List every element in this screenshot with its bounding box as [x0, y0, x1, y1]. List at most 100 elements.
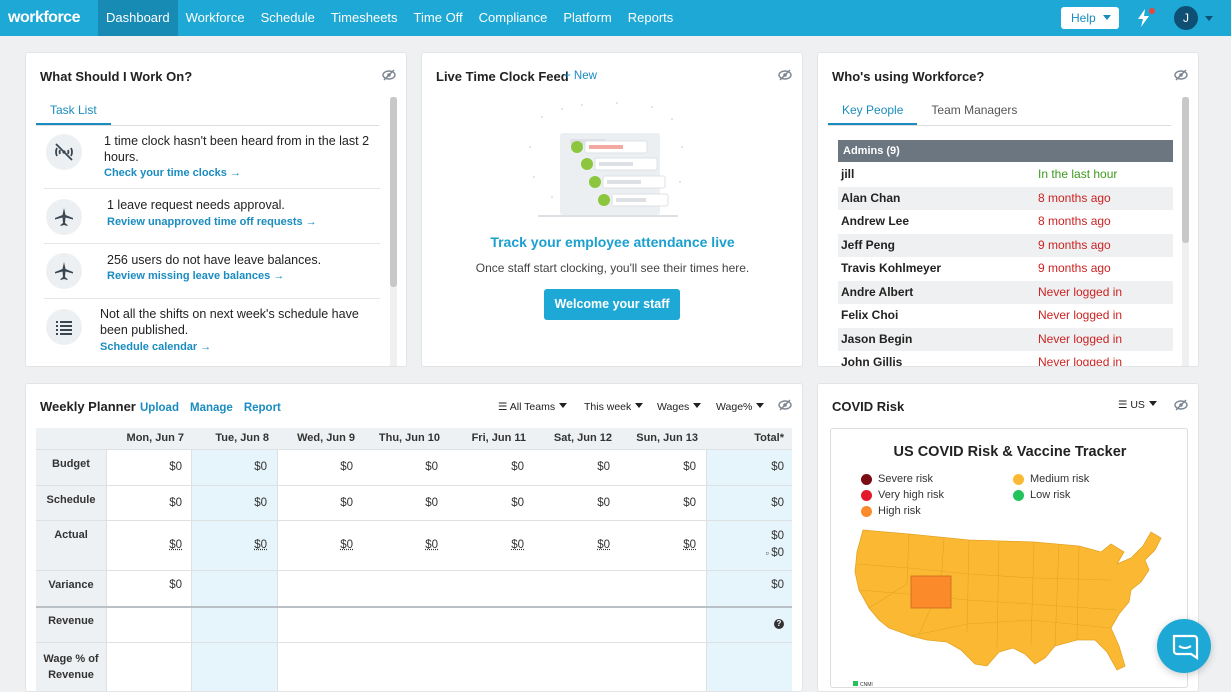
covid-tracker: US COVID Risk & Vaccine Tracker Severe r… [830, 428, 1188, 688]
nav-dashboard[interactable]: Dashboard [98, 0, 178, 36]
nav-schedule[interactable]: Schedule [253, 0, 323, 36]
row-label-wage-pct: Wage % of Revenue [36, 651, 106, 683]
person-name: Andre Albert [841, 284, 914, 299]
chevron-down-icon[interactable] [1205, 16, 1213, 21]
day-header: Wed, Jun 9 [297, 432, 355, 444]
tab-key-people[interactable]: Key People [828, 99, 918, 125]
day-header: Tue, Jun 8 [215, 432, 269, 444]
task-link[interactable]: Check your time clocks → [104, 167, 241, 179]
hide-eye-icon[interactable] [1174, 399, 1188, 411]
budget-value: $0 [597, 461, 610, 473]
covid-card: COVID Risk ☰ US US COVID Risk & Vaccine … [817, 383, 1199, 692]
actual-value[interactable]: $0 [534, 539, 610, 551]
last-login: 9 months ago [1038, 261, 1111, 275]
row-label-schedule: Schedule [36, 494, 106, 506]
nav-time-off[interactable]: Time Off [406, 0, 471, 36]
budget-value: $0 [340, 461, 353, 473]
hide-eye-icon[interactable] [778, 69, 792, 81]
budget-value: $0 [169, 461, 182, 473]
plus-icon: + [564, 70, 574, 82]
person-row[interactable]: jill In the last hour [838, 163, 1173, 186]
country-filter[interactable]: ☰ US [1118, 399, 1157, 411]
day-header: Fri, Jun 11 [471, 432, 526, 444]
legend-very-high: Very high risk [878, 489, 945, 501]
help-icon[interactable]: ? [774, 619, 784, 629]
notification-dot [1149, 8, 1155, 14]
legend-severe: Severe risk [878, 473, 934, 485]
teams-filter[interactable]: ☰ All Teams [498, 401, 568, 413]
work-on-scrollbar[interactable] [390, 97, 397, 366]
task-text: Not all the shifts on next week's schedu… [100, 307, 359, 337]
day-header: Mon, Jun 7 [126, 432, 184, 444]
actual-value[interactable]: $0 [277, 539, 353, 551]
person-name: Jeff Peng [841, 237, 896, 252]
nav-reports[interactable]: Reports [620, 0, 682, 36]
weekly-planner-card: Weekly Planner Upload Manage Report ☰ Al… [25, 383, 803, 692]
tab-team-managers[interactable]: Team Managers [917, 99, 1031, 125]
day-header: Thu, Jun 10 [378, 432, 440, 444]
help-button[interactable]: Help [1061, 7, 1119, 29]
hide-eye-icon[interactable] [1174, 69, 1188, 81]
actual-value[interactable]: $0 [620, 539, 696, 551]
person-name: Travis Kohlmeyer [841, 261, 942, 275]
us-risk-map[interactable]: CNMI [849, 524, 1169, 688]
upload-link[interactable]: Upload [140, 402, 179, 414]
avatar[interactable]: J [1174, 6, 1198, 30]
new-clock-link[interactable]: + New [564, 70, 597, 82]
person-row[interactable]: Alan Chan 8 months ago [838, 186, 1173, 210]
task-link[interactable]: Review missing leave balances → [107, 270, 284, 282]
tab-task-list[interactable]: Task List [36, 99, 111, 125]
filter-icon: ☰ [498, 401, 510, 413]
person-row[interactable]: Felix Choi Never logged in [838, 304, 1173, 327]
nav-workforce[interactable]: Workforce [178, 0, 253, 36]
nav-timesheets[interactable]: Timesheets [323, 0, 406, 36]
person-row[interactable]: Travis Kohlmeyer 9 months ago [838, 257, 1173, 280]
wage-pct-filter[interactable]: Wage% [716, 401, 765, 413]
actual-total-secondary: ▫ $0 [765, 547, 785, 559]
person-row[interactable]: John Gillis Never logged in [838, 351, 1173, 366]
chat-support-button[interactable] [1157, 619, 1211, 673]
feed-subtext: Once staff start clocking, you'll see th… [475, 261, 750, 275]
task-text: 256 users do not have leave balances. [107, 253, 322, 267]
manage-link[interactable]: Manage [190, 402, 233, 414]
last-login: 9 months ago [1038, 237, 1111, 252]
actual-value[interactable]: $0 [191, 539, 267, 551]
whos-using-tabs: Key People Team Managers [828, 99, 1171, 126]
budget-value: $0 [683, 461, 696, 473]
person-row[interactable]: Jason Begin Never logged in [838, 327, 1173, 351]
hide-eye-icon[interactable] [778, 399, 792, 411]
help-label: Help [1071, 11, 1096, 25]
airplane-icon [46, 199, 82, 235]
actual-value[interactable]: $0 [448, 539, 524, 551]
nav-compliance[interactable]: Compliance [471, 0, 556, 36]
wyoming-state[interactable] [910, 575, 952, 609]
person-name: Andrew Lee [841, 214, 910, 228]
budget-total: $0 [771, 461, 784, 473]
hide-eye-icon[interactable] [382, 69, 396, 81]
wages-filter[interactable]: Wages [657, 401, 702, 413]
last-login: 8 months ago [1038, 190, 1111, 205]
person-row[interactable]: Andre Albert Never logged in [838, 280, 1173, 304]
actual-value[interactable]: $0 [362, 539, 438, 551]
row-label-budget: Budget [36, 458, 106, 470]
person-row[interactable]: Jeff Peng 9 months ago [838, 233, 1173, 257]
last-login: Never logged in [1038, 284, 1123, 299]
report-link[interactable]: Report [244, 402, 281, 414]
list-icon [46, 309, 82, 345]
budget-value: $0 [254, 461, 267, 473]
people-scrollbar[interactable] [1182, 97, 1189, 366]
schedule-value: $0 [597, 497, 610, 509]
person-row[interactable]: Andrew Lee 8 months ago [838, 210, 1173, 233]
signal-off-icon [46, 134, 82, 170]
nav-platform[interactable]: Platform [555, 0, 619, 36]
task-text: 1 time clock hasn't been heard from in t… [104, 134, 370, 164]
welcome-staff-button[interactable]: Welcome your staff [544, 289, 680, 320]
week-filter[interactable]: This week [584, 401, 644, 413]
actual-value[interactable]: $0 [106, 539, 182, 551]
task-link[interactable]: Schedule calendar → [100, 341, 211, 353]
task-link[interactable]: Review unapproved time off requests → [107, 216, 317, 228]
schedule-total: $0 [771, 497, 784, 509]
covid-title: COVID Risk [832, 399, 905, 414]
day-header: Sun, Jun 13 [636, 432, 698, 444]
workforce-logo[interactable]: workforce [0, 9, 98, 27]
